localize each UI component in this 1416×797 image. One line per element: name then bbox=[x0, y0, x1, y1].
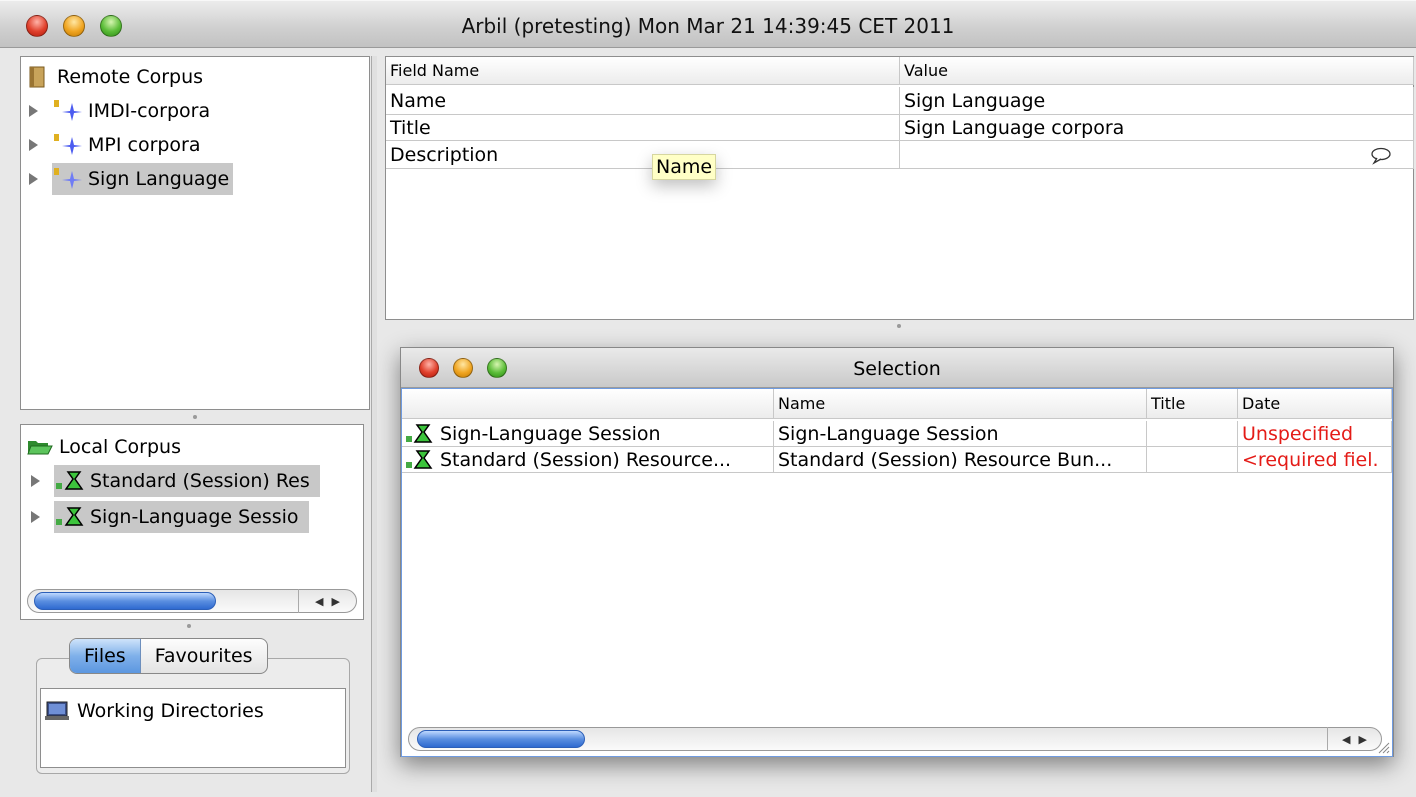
selection-horizontal-scrollbar[interactable]: ◀ ▶ bbox=[408, 727, 1382, 751]
table-row-node[interactable]: Sign-Language Session bbox=[402, 421, 774, 447]
field-table-panel[interactable]: Field Name Value Name Sign Language Titl… bbox=[385, 56, 1414, 320]
table-row-node[interactable]: Standard (Session) Resource... bbox=[402, 447, 774, 473]
split-handle[interactable] bbox=[193, 415, 197, 419]
title-bar: Arbil (pretesting) Mon Mar 21 14:39:45 C… bbox=[0, 0, 1416, 48]
tree-item-mpi-corpora[interactable]: MPI corpora bbox=[29, 129, 201, 161]
row-date-cell[interactable]: Unspecified bbox=[1238, 421, 1392, 447]
remote-corpus-tree[interactable]: Remote Corpus IMDI-corpora MPI corpora S… bbox=[20, 56, 370, 410]
split-handle[interactable] bbox=[187, 624, 191, 628]
field-name-cell[interactable]: Description bbox=[386, 141, 900, 169]
field-tooltip: Name bbox=[652, 154, 717, 180]
scroll-arrows[interactable]: ◀ ▶ bbox=[1327, 727, 1381, 751]
tree-item-label: MPI corpora bbox=[88, 134, 201, 156]
session-bag-icon bbox=[406, 449, 433, 469]
corpus-book-icon bbox=[29, 66, 45, 88]
tree-item-standard-session[interactable]: Standard (Session) Res bbox=[31, 465, 320, 497]
local-tree-horizontal-scrollbar[interactable]: ◀ ▶ bbox=[27, 589, 357, 613]
scroll-arrows[interactable]: ◀ ▶ bbox=[298, 589, 356, 613]
scroll-thumb[interactable] bbox=[34, 592, 216, 610]
tree-item-label: IMDI-corpora bbox=[88, 100, 211, 122]
tree-item-label: Sign Language bbox=[88, 168, 230, 190]
tab-favourites[interactable]: Favourites bbox=[141, 639, 267, 673]
computer-icon bbox=[45, 701, 69, 720]
field-name-cell[interactable]: Title bbox=[386, 115, 900, 141]
row-node-label: Sign-Language Session bbox=[440, 422, 661, 445]
local-corpus-label: Local Corpus bbox=[59, 436, 181, 458]
expand-triangle-icon[interactable] bbox=[29, 173, 38, 185]
selection-window[interactable]: Selection Name Title Date Sign-Language … bbox=[400, 347, 1394, 757]
selection-table[interactable]: Name Title Date Sign-Language Session Si… bbox=[401, 388, 1393, 757]
selection-table-header: Name Title Date bbox=[402, 389, 1392, 419]
selection-title-bar: Selection bbox=[401, 348, 1393, 388]
corpus-node-icon bbox=[54, 134, 82, 155]
header-value[interactable]: Value bbox=[900, 57, 1414, 85]
header-field-name[interactable]: Field Name bbox=[386, 57, 900, 85]
expand-triangle-icon[interactable] bbox=[31, 475, 40, 487]
working-directories-panel[interactable]: Working Directories bbox=[40, 688, 346, 768]
field-value-cell[interactable]: Sign Language corpora bbox=[900, 115, 1414, 141]
speech-bubble-icon[interactable] bbox=[1370, 147, 1392, 165]
working-directories-item[interactable]: Working Directories bbox=[45, 695, 264, 727]
header-date[interactable]: Date bbox=[1238, 389, 1392, 419]
resize-grip-icon[interactable] bbox=[1376, 740, 1390, 754]
field-table-header: Field Name Value bbox=[386, 57, 1414, 85]
bottom-tabs: Files Favourites bbox=[69, 638, 268, 674]
expand-triangle-icon[interactable] bbox=[31, 511, 40, 523]
local-corpus-root[interactable]: Local Corpus bbox=[27, 431, 181, 463]
field-value-cell[interactable] bbox=[900, 141, 1414, 169]
open-folder-icon bbox=[27, 441, 53, 455]
header-node[interactable] bbox=[402, 389, 774, 419]
window-title: Arbil (pretesting) Mon Mar 21 14:39:45 C… bbox=[461, 14, 955, 38]
scroll-left-icon[interactable]: ◀ bbox=[315, 595, 323, 608]
selection-title: Selection bbox=[853, 358, 941, 380]
expand-triangle-icon[interactable] bbox=[29, 105, 38, 117]
row-node-label: Standard (Session) Resource... bbox=[440, 448, 732, 471]
split-handle[interactable] bbox=[897, 324, 901, 328]
scroll-right-icon[interactable]: ▶ bbox=[332, 595, 340, 608]
row-name-cell[interactable]: Sign-Language Session bbox=[774, 421, 1147, 447]
row-date-cell[interactable]: <required fiel. bbox=[1238, 447, 1392, 473]
expand-triangle-icon[interactable] bbox=[29, 139, 38, 151]
field-value-cell[interactable]: Sign Language bbox=[900, 87, 1414, 115]
field-name-cell[interactable]: Name bbox=[386, 87, 900, 115]
row-title-cell[interactable] bbox=[1147, 421, 1238, 447]
vertical-splitter[interactable] bbox=[371, 56, 377, 792]
scroll-right-icon[interactable]: ▶ bbox=[1359, 733, 1367, 746]
working-directories-label: Working Directories bbox=[77, 700, 264, 722]
header-name[interactable]: Name bbox=[774, 389, 1147, 419]
corpus-node-icon bbox=[54, 168, 82, 189]
session-bag-icon bbox=[406, 423, 433, 443]
tree-item-imdi-corpora[interactable]: IMDI-corpora bbox=[29, 95, 210, 127]
corpus-node-icon bbox=[54, 100, 82, 121]
tree-item-label: Sign-Language Sessio bbox=[90, 506, 299, 528]
remote-corpus-root[interactable]: Remote Corpus bbox=[27, 61, 203, 93]
tab-files[interactable]: Files bbox=[70, 639, 141, 673]
session-bag-icon bbox=[56, 471, 84, 490]
scroll-thumb[interactable] bbox=[417, 730, 585, 748]
header-title[interactable]: Title bbox=[1147, 389, 1238, 419]
tree-item-sign-language[interactable]: Sign Language bbox=[29, 163, 234, 195]
row-name-cell[interactable]: Standard (Session) Resource Bun... bbox=[774, 447, 1147, 473]
tree-item-label: Standard (Session) Res bbox=[90, 470, 310, 492]
tree-item-sign-language-session[interactable]: Sign-Language Sessio bbox=[31, 501, 309, 533]
scroll-left-icon[interactable]: ◀ bbox=[1342, 733, 1350, 746]
local-corpus-tree[interactable]: Local Corpus Standard (Session) Res Sign… bbox=[20, 424, 364, 620]
session-bag-icon bbox=[56, 507, 84, 526]
remote-corpus-label: Remote Corpus bbox=[57, 66, 204, 88]
row-title-cell[interactable] bbox=[1147, 447, 1238, 473]
